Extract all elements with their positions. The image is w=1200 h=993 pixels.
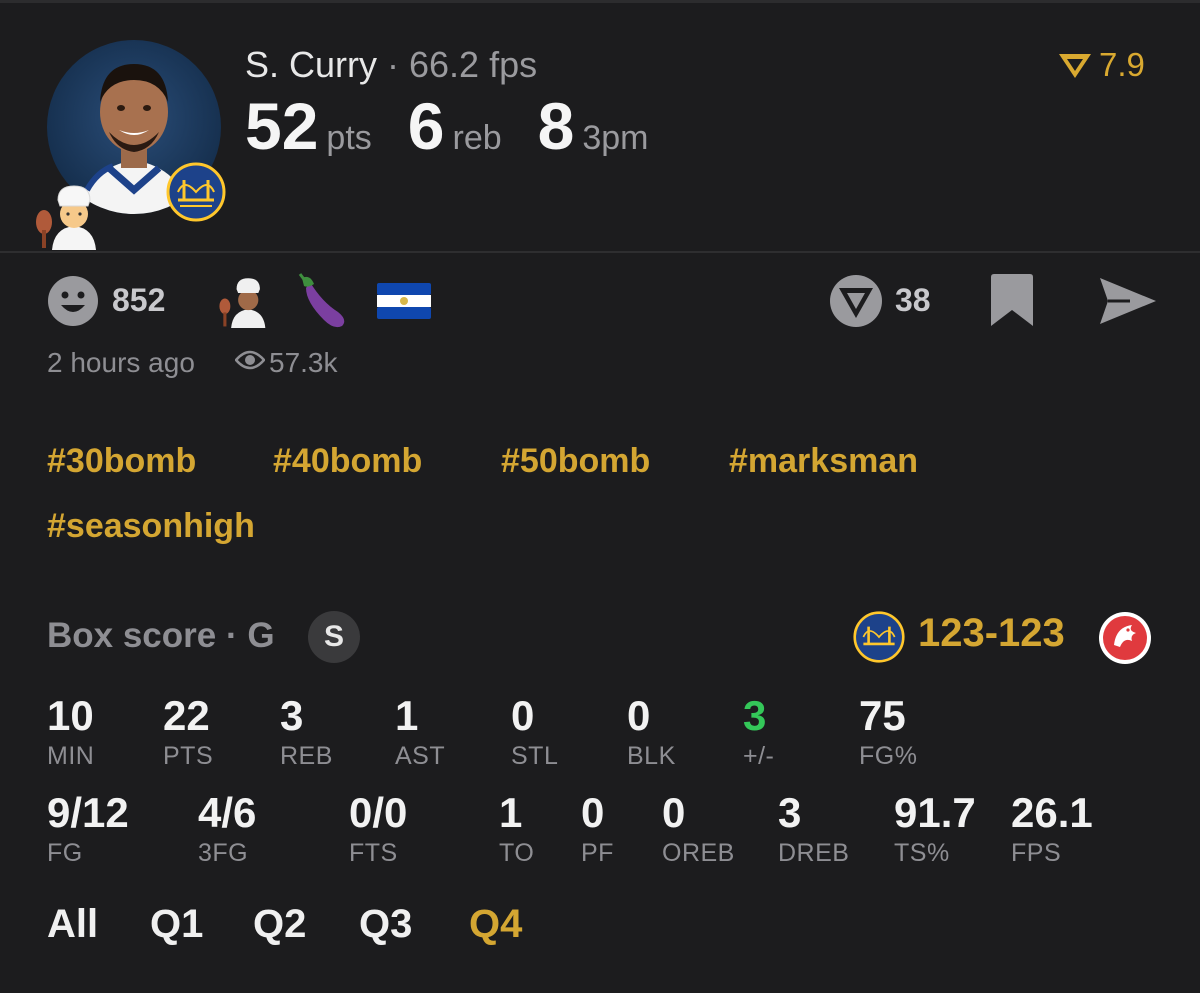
vector-logo-icon <box>1059 54 1091 78</box>
stat-fgpct-label: FG% <box>859 742 918 770</box>
vcoin-button[interactable] <box>829 274 883 333</box>
vcoin-icon <box>830 275 882 327</box>
stat-min-value: 10 <box>47 692 94 739</box>
stat-dreb-value: 3 <box>778 789 802 836</box>
player-name: S. Curry <box>245 44 378 85</box>
stat-fg-label: FG <box>47 839 83 867</box>
stat-blk-value: 0 <box>627 692 651 739</box>
smiley-count: 852 <box>112 282 166 318</box>
stat-fts-label: FTS <box>349 839 398 867</box>
tab-q3[interactable]: Q3 <box>359 902 412 947</box>
hashtag-30bomb[interactable]: #30bomb <box>47 442 196 481</box>
stat-plusminus-value: 3 <box>743 692 767 739</box>
eggplant-icon <box>298 273 345 328</box>
bookmark-icon <box>991 274 1033 326</box>
views-count: 57.3k <box>269 347 338 378</box>
bookmark-button[interactable] <box>991 274 1033 331</box>
share-button[interactable] <box>1100 278 1156 329</box>
stat-fg-value: 9/12 <box>47 789 129 836</box>
stat-pf-value: 0 <box>581 789 605 836</box>
stat-3fg-value: 4/6 <box>198 789 257 836</box>
rating-value: 7.9 <box>1099 46 1145 83</box>
stat-blk-label: BLK <box>627 742 676 770</box>
hashtag-40bomb[interactable]: #40bomb <box>273 442 422 481</box>
rating-badge[interactable]: 7.9 <box>1057 46 1145 84</box>
3pm-value: 8 <box>537 89 575 163</box>
stat-tspct-label: TS% <box>894 839 950 867</box>
views: 57.3k <box>234 347 338 379</box>
reb-unit: reb <box>452 119 502 157</box>
eye-icon <box>234 350 266 370</box>
tab-q4[interactable]: Q4 <box>469 902 522 947</box>
stat-reb-label: REB <box>280 742 333 770</box>
hashtag-50bomb[interactable]: #50bomb <box>501 442 650 481</box>
warriors-logo-icon <box>166 162 226 222</box>
fps-value: 66.2 fps <box>409 44 538 85</box>
pts-unit: pts <box>326 119 372 157</box>
stat-pts-value: 22 <box>163 692 210 739</box>
stat-fps-value: 26.1 <box>1011 789 1093 836</box>
game-score[interactable]: 123-123 <box>918 611 1065 656</box>
post-time: 2 hours ago <box>47 347 195 378</box>
chef-reaction-button[interactable] <box>214 272 270 333</box>
el-salvador-flag-button[interactable] <box>377 283 431 324</box>
stat-fts-value: 0/0 <box>349 789 408 836</box>
stat-ast-value: 1 <box>395 692 419 739</box>
box-score-title: Box score · G <box>47 616 275 655</box>
stat-oreb-label: OREB <box>662 839 735 867</box>
stat-reb-value: 3 <box>280 692 304 739</box>
hawks-team-logo-icon[interactable] <box>1098 611 1152 670</box>
pts-value: 52 <box>245 89 319 163</box>
stat-to-value: 1 <box>499 789 523 836</box>
eggplant-reaction-button[interactable] <box>296 272 350 333</box>
tab-q2[interactable]: Q2 <box>253 902 306 947</box>
tab-q1[interactable]: Q1 <box>150 902 203 947</box>
stat-tspct-value: 91.7 <box>894 789 976 836</box>
stat-min-label: MIN <box>47 742 95 770</box>
stat-pts-label: PTS <box>163 742 214 770</box>
smiley-reaction-button[interactable] <box>47 275 99 332</box>
reb-value: 6 <box>407 89 445 163</box>
chef-reaction-icon <box>219 278 266 328</box>
stat-stl-label: STL <box>511 742 559 770</box>
stat-fgpct-value: 75 <box>859 692 906 739</box>
stat-3fg-label: 3FG <box>198 839 249 867</box>
section-divider <box>0 251 1200 253</box>
warriors-team-logo-icon[interactable] <box>853 611 905 668</box>
tab-all[interactable]: All <box>47 902 98 947</box>
stat-to-label: TO <box>499 839 535 867</box>
stat-stl-value: 0 <box>511 692 535 739</box>
stat-ast-label: AST <box>395 742 446 770</box>
title-separator: · <box>377 44 410 85</box>
el-salvador-flag-icon <box>377 283 431 319</box>
player-title[interactable]: S. Curry · 66.2 fps <box>245 44 537 86</box>
3pm-unit: 3pm <box>582 119 649 157</box>
send-icon <box>1100 278 1156 324</box>
vcoin-count: 38 <box>895 282 931 318</box>
starter-badge: S <box>308 611 360 663</box>
stat-plusminus-label: +/- <box>743 742 775 770</box>
chef-emoji-icon <box>30 178 102 250</box>
stat-pf-label: PF <box>581 839 614 867</box>
headline-stats: 52 pts 6 reb 8 3pm <box>245 88 685 164</box>
stat-fps-label: FPS <box>1011 839 1062 867</box>
hashtag-marksman[interactable]: #marksman <box>729 442 918 481</box>
smiley-icon <box>48 276 98 326</box>
stat-oreb-value: 0 <box>662 789 686 836</box>
top-divider <box>0 0 1200 3</box>
stat-dreb-label: DREB <box>778 839 850 867</box>
hashtag-seasonhigh[interactable]: #seasonhigh <box>47 507 255 546</box>
